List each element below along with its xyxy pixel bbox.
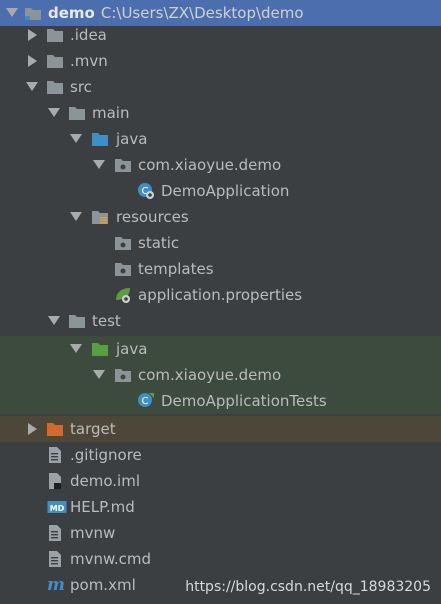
tree-label: test (92, 312, 121, 330)
tree-label: java (116, 340, 148, 358)
tree-label: mvnw (70, 524, 116, 542)
text-file-icon (48, 524, 66, 541)
package-icon (114, 235, 132, 251)
source-folder-icon (91, 131, 109, 147)
tree-row-main[interactable]: main (0, 100, 441, 126)
svg-text:MD: MD (50, 504, 65, 513)
test-folder-icon (91, 341, 109, 357)
text-file-icon (48, 550, 66, 567)
tree-row-target[interactable]: target (0, 416, 441, 442)
tree-row-demo-application-tests[interactable]: C DemoApplicationTests (0, 388, 441, 414)
chevron-down-icon[interactable] (70, 344, 82, 353)
chevron-down-icon[interactable] (70, 212, 82, 221)
tree-row-mvnw-cmd[interactable]: mvnw.cmd (0, 546, 441, 572)
tree-label: com.xiaoyue.demo (138, 156, 282, 174)
chevron-down-icon[interactable] (48, 316, 60, 325)
project-name: demo (48, 4, 95, 22)
tree-row-gitignore[interactable]: .gitignore (0, 442, 441, 468)
tree-row-test-java[interactable]: java (0, 336, 441, 362)
package-icon (114, 367, 132, 383)
tree-row-static[interactable]: static (0, 230, 441, 256)
chevron-down-icon[interactable] (70, 134, 82, 143)
tree-row-resources[interactable]: resources (0, 204, 441, 230)
project-name-label: demo C:\Users\ZX\Desktop\demo (48, 3, 304, 23)
package-icon (114, 261, 132, 277)
tree-row-test-package[interactable]: com.xiaoyue.demo (0, 362, 441, 388)
svg-text:m: m (47, 575, 65, 593)
spring-boot-class-icon: C (137, 182, 155, 199)
text-file-icon (48, 446, 66, 463)
svg-text:C: C (142, 396, 149, 407)
chevron-down-icon[interactable] (26, 82, 38, 91)
chevron-right-icon[interactable] (28, 29, 37, 41)
tree-label: demo.iml (70, 472, 140, 490)
tree-row-main-java[interactable]: java (0, 126, 441, 152)
tree-label: mvnw.cmd (70, 550, 152, 568)
watermark-url: https://blog.csdn.net/qq_18983205 (185, 579, 431, 595)
spring-properties-icon (114, 286, 132, 303)
tree-row-mvnw[interactable]: mvnw (0, 520, 441, 546)
tree-label: .gitignore (70, 446, 142, 464)
tree-label: DemoApplication (161, 182, 290, 200)
tree-label: main (92, 104, 130, 122)
folder-icon (68, 105, 86, 121)
tree-row-demo-application[interactable]: C DemoApplication (0, 178, 441, 204)
tree-row-main-package[interactable]: com.xiaoyue.demo (0, 152, 441, 178)
tree-label: templates (138, 260, 214, 278)
tree-label: com.xiaoyue.demo (138, 366, 282, 384)
tree-label: target (70, 420, 116, 438)
chevron-right-icon[interactable] (28, 55, 37, 67)
tree-label: .mvn (70, 52, 108, 70)
tree-label: pom.xml (70, 576, 136, 594)
chevron-down-icon[interactable] (93, 160, 105, 169)
tree-row-demo-iml[interactable]: demo.iml (0, 468, 441, 494)
tree-row-application-properties[interactable]: application.properties (0, 282, 441, 308)
folder-icon (46, 79, 64, 95)
tree-row-test[interactable]: test (0, 308, 441, 334)
module-folder-icon (24, 5, 42, 21)
tree-row-mvn[interactable]: .mvn (0, 48, 441, 74)
project-path: C:\Users\ZX\Desktop\demo (100, 4, 304, 22)
folder-icon (46, 53, 64, 69)
test-class-icon: C (137, 392, 155, 408)
package-icon (114, 157, 132, 173)
iml-file-icon (48, 472, 66, 489)
resources-folder-icon (91, 209, 109, 225)
tree-label: HELP.md (70, 498, 135, 516)
markdown-file-icon: MD (47, 499, 67, 515)
tree-row-src[interactable]: src (0, 74, 441, 100)
excluded-folder-icon (46, 421, 64, 437)
tree-label: java (116, 130, 148, 148)
tree-row-templates[interactable]: templates (0, 256, 441, 282)
chevron-down-icon[interactable] (93, 370, 105, 379)
tree-label: application.properties (138, 286, 303, 304)
tree-label: .idea (70, 26, 107, 44)
folder-icon (46, 27, 64, 43)
project-tree: demo C:\Users\ZX\Desktop\demo .idea .mvn … (0, 0, 441, 604)
tree-label: static (138, 234, 180, 252)
chevron-right-icon[interactable] (28, 423, 37, 435)
tree-label: resources (116, 208, 189, 226)
chevron-down-icon[interactable] (6, 8, 18, 17)
tree-row-idea[interactable]: .idea (0, 22, 441, 48)
tree-label: DemoApplicationTests (161, 392, 327, 410)
tree-row-help-md[interactable]: MD HELP.md (0, 494, 441, 520)
folder-icon (68, 313, 86, 329)
chevron-down-icon[interactable] (48, 108, 60, 117)
maven-file-icon: m (46, 575, 65, 593)
tree-label: src (70, 78, 92, 96)
